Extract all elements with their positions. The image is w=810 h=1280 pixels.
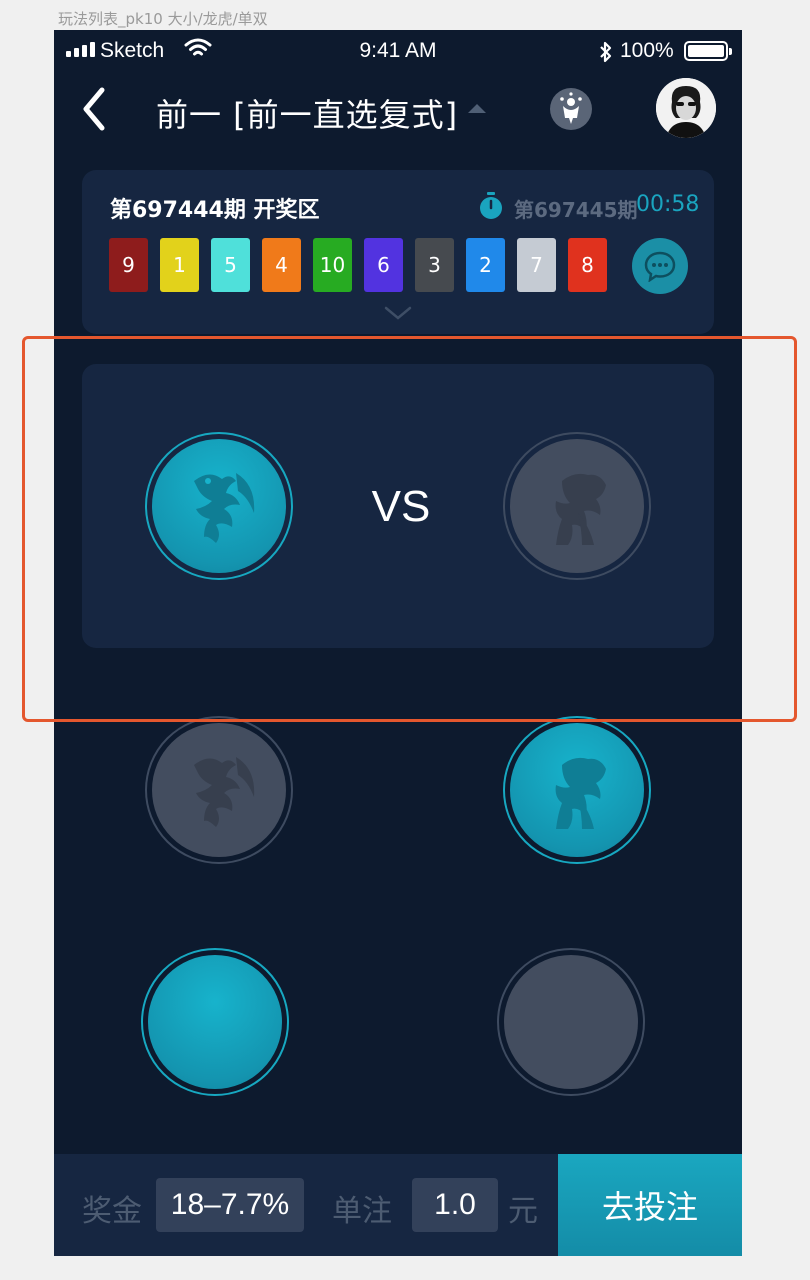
tiger-option[interactable] (503, 716, 651, 864)
result-ball: 4 (262, 238, 301, 292)
vs-label: VS (371, 482, 431, 531)
currency-label: 元 (508, 1194, 538, 1229)
result-ball: 5 (211, 238, 250, 292)
countdown-timer: 00:58 (636, 192, 700, 217)
next-period: 第697445期 (514, 198, 638, 222)
result-ball: 2 (466, 238, 505, 292)
result-ball: 3 (415, 238, 454, 292)
battery-percent: 100% (620, 39, 674, 62)
result-ball: 8 (568, 238, 607, 292)
current-period: 第697444期 开奖区 (110, 198, 320, 223)
bet-bar: 奖金 18–7.7% 单注 元 去投注 (54, 1154, 742, 1256)
tiger-icon (555, 757, 606, 829)
page-title[interactable]: 前一 [前一直选复式] (156, 90, 458, 136)
phone-screen: Sketch 9:41 AM 100% 前一 [前一直选复式] 第697444期… (54, 30, 742, 1256)
plain-option[interactable] (141, 948, 289, 1096)
result-ball: 7 (517, 238, 556, 292)
tiger-option[interactable] (503, 432, 651, 580)
unit-bet-label: 单注 (332, 1194, 392, 1229)
battery-icon (684, 41, 732, 61)
status-bar: Sketch 9:41 AM 100% (54, 30, 742, 74)
artboard-label: 玩法列表_pk10 大小/龙虎/单双 (58, 10, 268, 28)
draw-results-panel: 第697444期 开奖区 第697445期 00:58 9 1 5 4 10 6 3 2 7 8 (82, 170, 714, 334)
place-bet-button[interactable]: 去投注 (558, 1154, 742, 1256)
caret-up-icon[interactable] (468, 104, 486, 113)
result-ball: 9 (109, 238, 148, 292)
prize-selector[interactable]: 18–7.7% (156, 1178, 304, 1232)
result-balls: 9 1 5 4 10 6 3 2 7 8 (109, 238, 607, 292)
bluetooth-icon (600, 41, 612, 63)
avatar[interactable] (656, 78, 716, 138)
chevron-down-icon[interactable] (384, 306, 412, 320)
tiger-icon (555, 473, 606, 545)
prize-label: 奖金 (82, 1194, 142, 1229)
stopwatch-icon (480, 192, 502, 219)
result-ball: 10 (313, 238, 352, 292)
chat-bubble-icon (644, 251, 676, 282)
dragon-icon (194, 473, 255, 543)
plain-option[interactable] (497, 948, 645, 1096)
back-button[interactable] (76, 86, 116, 132)
chat-button[interactable] (632, 238, 688, 294)
mascot-icon[interactable] (550, 88, 592, 130)
result-ball: 6 (364, 238, 403, 292)
result-ball: 1 (160, 238, 199, 292)
dragon-icon (194, 757, 255, 827)
dragon-option[interactable] (145, 432, 293, 580)
dragon-option[interactable] (145, 716, 293, 864)
nav-bar: 前一 [前一直选复式] (54, 74, 742, 154)
bet-amount-input[interactable] (412, 1178, 498, 1232)
